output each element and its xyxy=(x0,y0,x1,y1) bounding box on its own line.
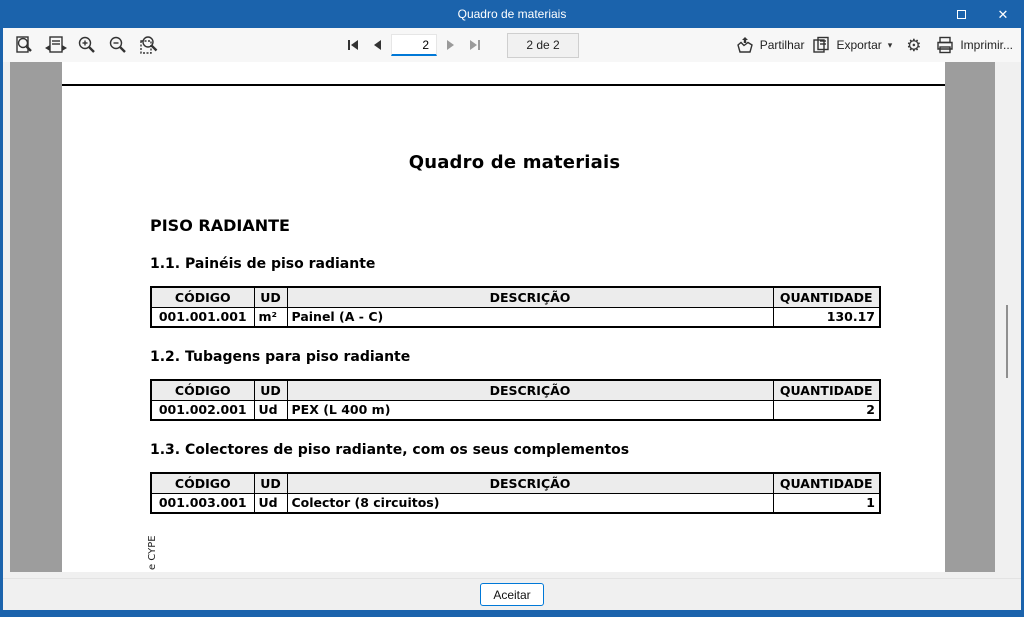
col-header-ud: UD xyxy=(253,286,288,308)
section-title: 1.3. Colectores de piso radiante, com os… xyxy=(150,442,630,458)
col-header-descricao: DESCRIÇÃO xyxy=(286,379,774,401)
fit-width-button[interactable] xyxy=(42,32,69,58)
close-icon: ✕ xyxy=(997,6,1009,22)
export-button[interactable]: Exportar ▾ xyxy=(812,36,892,54)
share-icon xyxy=(736,37,753,53)
settings-button[interactable]: ⚙ xyxy=(900,32,927,58)
toolbar: 2 de 2 Partilhar xyxy=(3,28,1021,62)
materials-table: CÓDIGO UD DESCRIÇÃO QUANTIDADE 001.001.0… xyxy=(150,286,881,328)
printer-icon xyxy=(937,36,954,54)
table-row: 001.001.001 m² Painel (A - C) 130.17 xyxy=(150,306,881,328)
zoom-in-icon xyxy=(78,36,95,53)
dialog-footer: Aceitar xyxy=(3,578,1021,610)
dialog-window: Quadro de materiais ✕ 2 2 de 2 Partilhar… xyxy=(0,0,1024,617)
export-label: Exportar xyxy=(836,38,882,52)
cell-quantidade: 130.17 xyxy=(772,306,881,328)
previous-page-button[interactable] xyxy=(367,33,387,57)
cell-codigo: 001.003.001 xyxy=(150,492,255,514)
print-label: Imprimir... xyxy=(960,38,1013,52)
maximize-icon xyxy=(956,9,966,19)
document-viewport[interactable]: Quadro de materiais PISO RADIANTE 1.1. P… xyxy=(3,62,1021,578)
col-header-quantidade: QUANTIDADE xyxy=(772,379,881,401)
col-header-codigo: CÓDIGO xyxy=(150,472,255,494)
document-page: Quadro de materiais PISO RADIANTE 1.1. P… xyxy=(62,62,945,572)
page-number-input[interactable] xyxy=(391,34,437,56)
scrollbar-thumb[interactable] xyxy=(1006,305,1008,378)
chapter-title: PISO RADIANTE xyxy=(150,216,290,235)
share-button[interactable]: Partilhar xyxy=(735,36,805,54)
section-title: 1.1. Painéis de piso radiante xyxy=(150,256,376,272)
table-row: 001.002.001 Ud PEX (L 400 m) 2 xyxy=(150,399,881,421)
next-page-button[interactable] xyxy=(441,33,461,57)
section-title: 1.2. Tubagens para piso radiante xyxy=(150,349,411,365)
last-page-icon xyxy=(470,40,480,50)
export-caret-icon: ▾ xyxy=(887,39,893,50)
col-header-codigo: CÓDIGO xyxy=(150,379,255,401)
cell-descricao: PEX (L 400 m) xyxy=(286,399,774,421)
titlebar-buttons: ✕ xyxy=(940,0,1024,28)
col-header-ud: UD xyxy=(253,379,288,401)
vertical-scrollbar[interactable] xyxy=(995,62,1021,578)
cell-ud: Ud xyxy=(253,399,288,421)
zoom-window-button[interactable] xyxy=(135,32,162,58)
col-header-ud: UD xyxy=(253,472,288,494)
materials-table: CÓDIGO UD DESCRIÇÃO QUANTIDADE 001.003.0… xyxy=(150,472,881,514)
titlebar[interactable]: Quadro de materiais ✕ xyxy=(0,0,1024,28)
col-header-quantidade: QUANTIDADE xyxy=(772,286,881,308)
cell-quantidade: 1 xyxy=(772,492,881,514)
document-title: Quadro de materiais xyxy=(408,152,621,173)
zoom-page-icon xyxy=(15,36,32,53)
export-icon xyxy=(813,36,830,53)
cell-quantidade: 2 xyxy=(772,399,881,421)
maximize-button[interactable] xyxy=(940,0,982,28)
zoom-tools xyxy=(11,32,162,58)
col-header-descricao: DESCRIÇÃO xyxy=(286,286,774,308)
zoom-out-button[interactable] xyxy=(104,32,131,58)
zoom-window-icon xyxy=(139,36,157,54)
zoom-out-icon xyxy=(109,36,126,53)
table-header-row: CÓDIGO UD DESCRIÇÃO QUANTIDADE xyxy=(150,472,881,494)
table-header-row: CÓDIGO UD DESCRIÇÃO QUANTIDADE xyxy=(150,286,881,308)
cell-codigo: 001.001.001 xyxy=(150,306,255,328)
table-row: 001.003.001 Ud Colector (8 circuitos) 1 xyxy=(150,492,881,514)
fit-width-icon xyxy=(44,36,67,53)
first-page-button[interactable] xyxy=(343,33,363,57)
accept-button[interactable]: Aceitar xyxy=(480,583,544,606)
page-content: Quadro de materiais PISO RADIANTE 1.1. P… xyxy=(150,62,881,514)
print-button[interactable]: Imprimir... xyxy=(935,36,1013,54)
first-page-icon xyxy=(348,40,358,50)
col-header-quantidade: QUANTIDADE xyxy=(772,472,881,494)
col-header-descricao: DESCRIÇÃO xyxy=(286,472,774,494)
share-label: Partilhar xyxy=(759,38,805,52)
zoom-in-button[interactable] xyxy=(73,32,100,58)
col-header-codigo: CÓDIGO xyxy=(150,286,255,308)
toolbar-actions: Partilhar Exportar ▾ ⚙ Imprimir... xyxy=(735,32,1013,58)
gear-icon: ⚙ xyxy=(906,35,922,55)
cell-descricao: Colector (8 circuitos) xyxy=(286,492,774,514)
table-header-row: CÓDIGO UD DESCRIÇÃO QUANTIDADE xyxy=(150,379,881,401)
cell-ud: m² xyxy=(253,306,288,328)
cell-codigo: 001.002.001 xyxy=(150,399,255,421)
materials-table: CÓDIGO UD DESCRIÇÃO QUANTIDADE 001.002.0… xyxy=(150,379,881,421)
zoom-page-button[interactable] xyxy=(11,32,38,58)
page-count-indicator: 2 de 2 xyxy=(507,32,579,58)
next-page-icon xyxy=(447,40,454,50)
edition-watermark: e CYPE xyxy=(147,535,158,570)
previous-page-icon xyxy=(374,40,381,50)
cell-ud: Ud xyxy=(253,492,288,514)
window-title: Quadro de materiais xyxy=(457,7,567,21)
close-button[interactable]: ✕ xyxy=(982,0,1024,28)
page-navigation: 2 de 2 xyxy=(343,28,579,62)
cell-descricao: Painel (A - C) xyxy=(286,306,774,328)
last-page-button[interactable] xyxy=(465,33,485,57)
